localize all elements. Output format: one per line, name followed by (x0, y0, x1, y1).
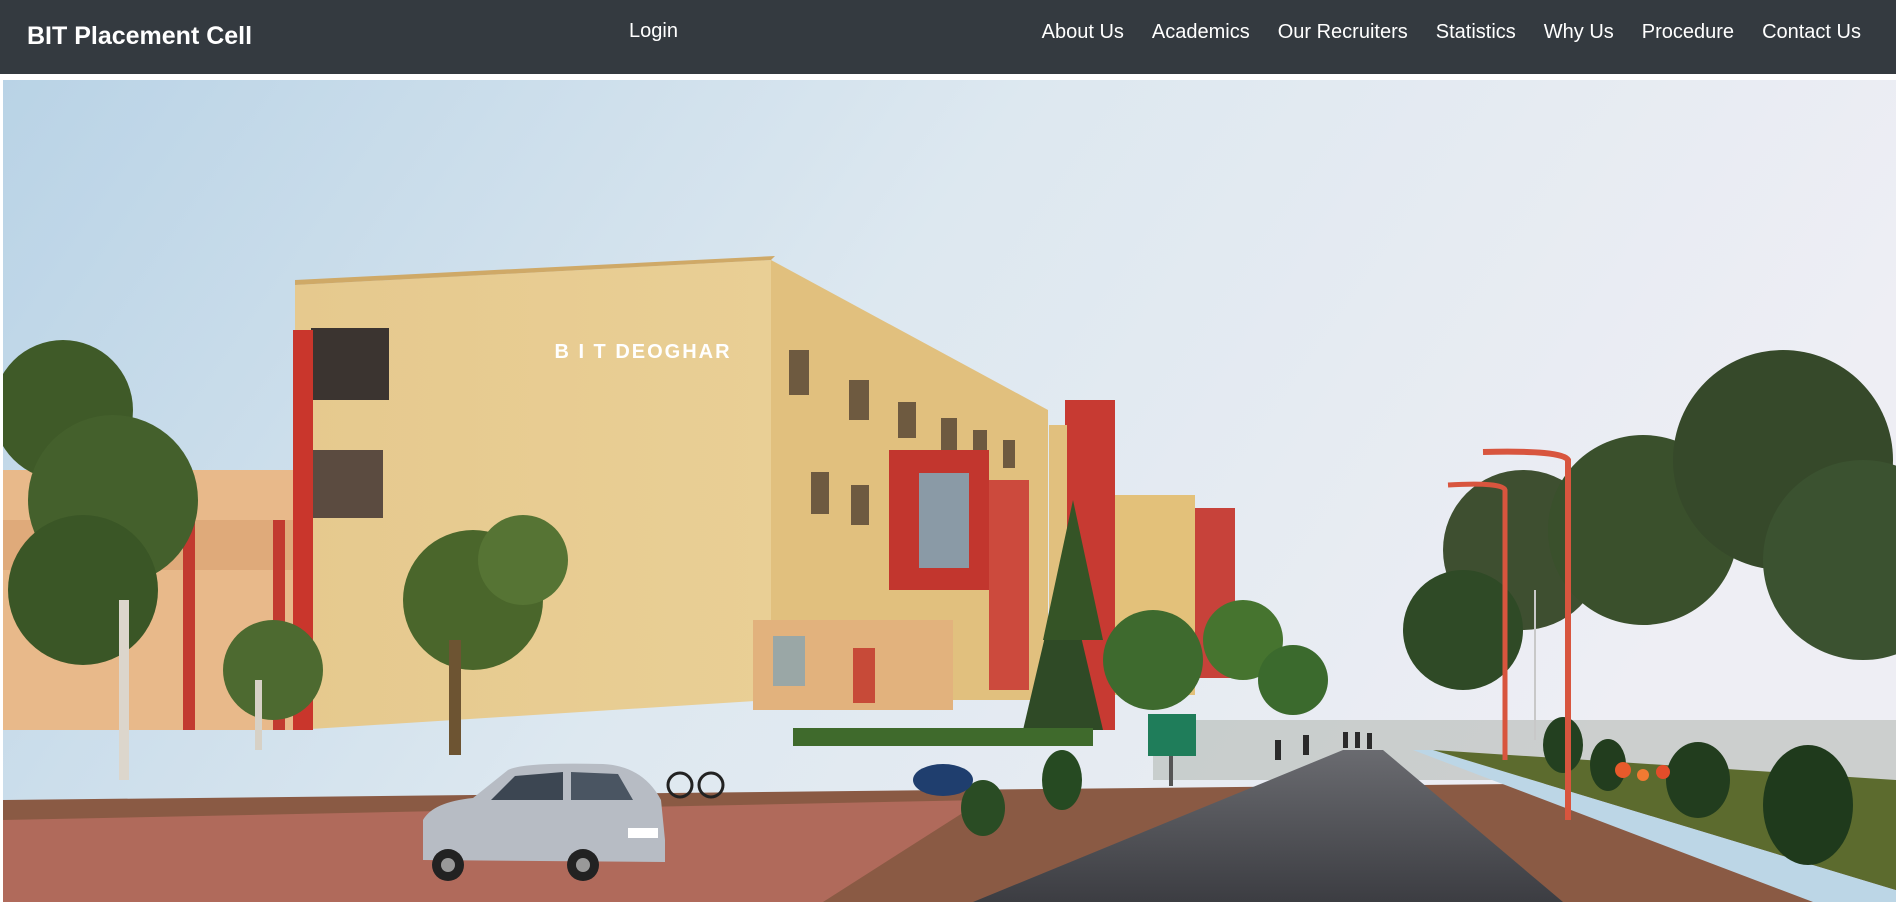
nav-link-about-us[interactable]: About Us (1028, 21, 1138, 44)
nav-link-why-us[interactable]: Why Us (1530, 21, 1628, 44)
nav-link-our-recruiters[interactable]: Our Recruiters (1264, 21, 1422, 44)
campus-photo: B I T DEOGHAR (3, 80, 1896, 902)
brand-logo-link[interactable]: BIT Placement Cell (27, 22, 252, 51)
nav-link-procedure[interactable]: Procedure (1628, 21, 1748, 44)
top-navbar: BIT Placement Cell Login About Us Academ… (0, 0, 1896, 74)
hero-campus-image: B I T DEOGHAR (3, 80, 1896, 902)
building-sign: B I T DEOGHAR (554, 341, 731, 363)
nav-menu: About Us Academics Our Recruiters Statis… (1028, 21, 1861, 44)
login-link[interactable]: Login (629, 20, 678, 43)
nav-link-contact-us[interactable]: Contact Us (1748, 21, 1861, 44)
nav-link-academics[interactable]: Academics (1138, 21, 1264, 44)
nav-link-statistics[interactable]: Statistics (1422, 21, 1530, 44)
